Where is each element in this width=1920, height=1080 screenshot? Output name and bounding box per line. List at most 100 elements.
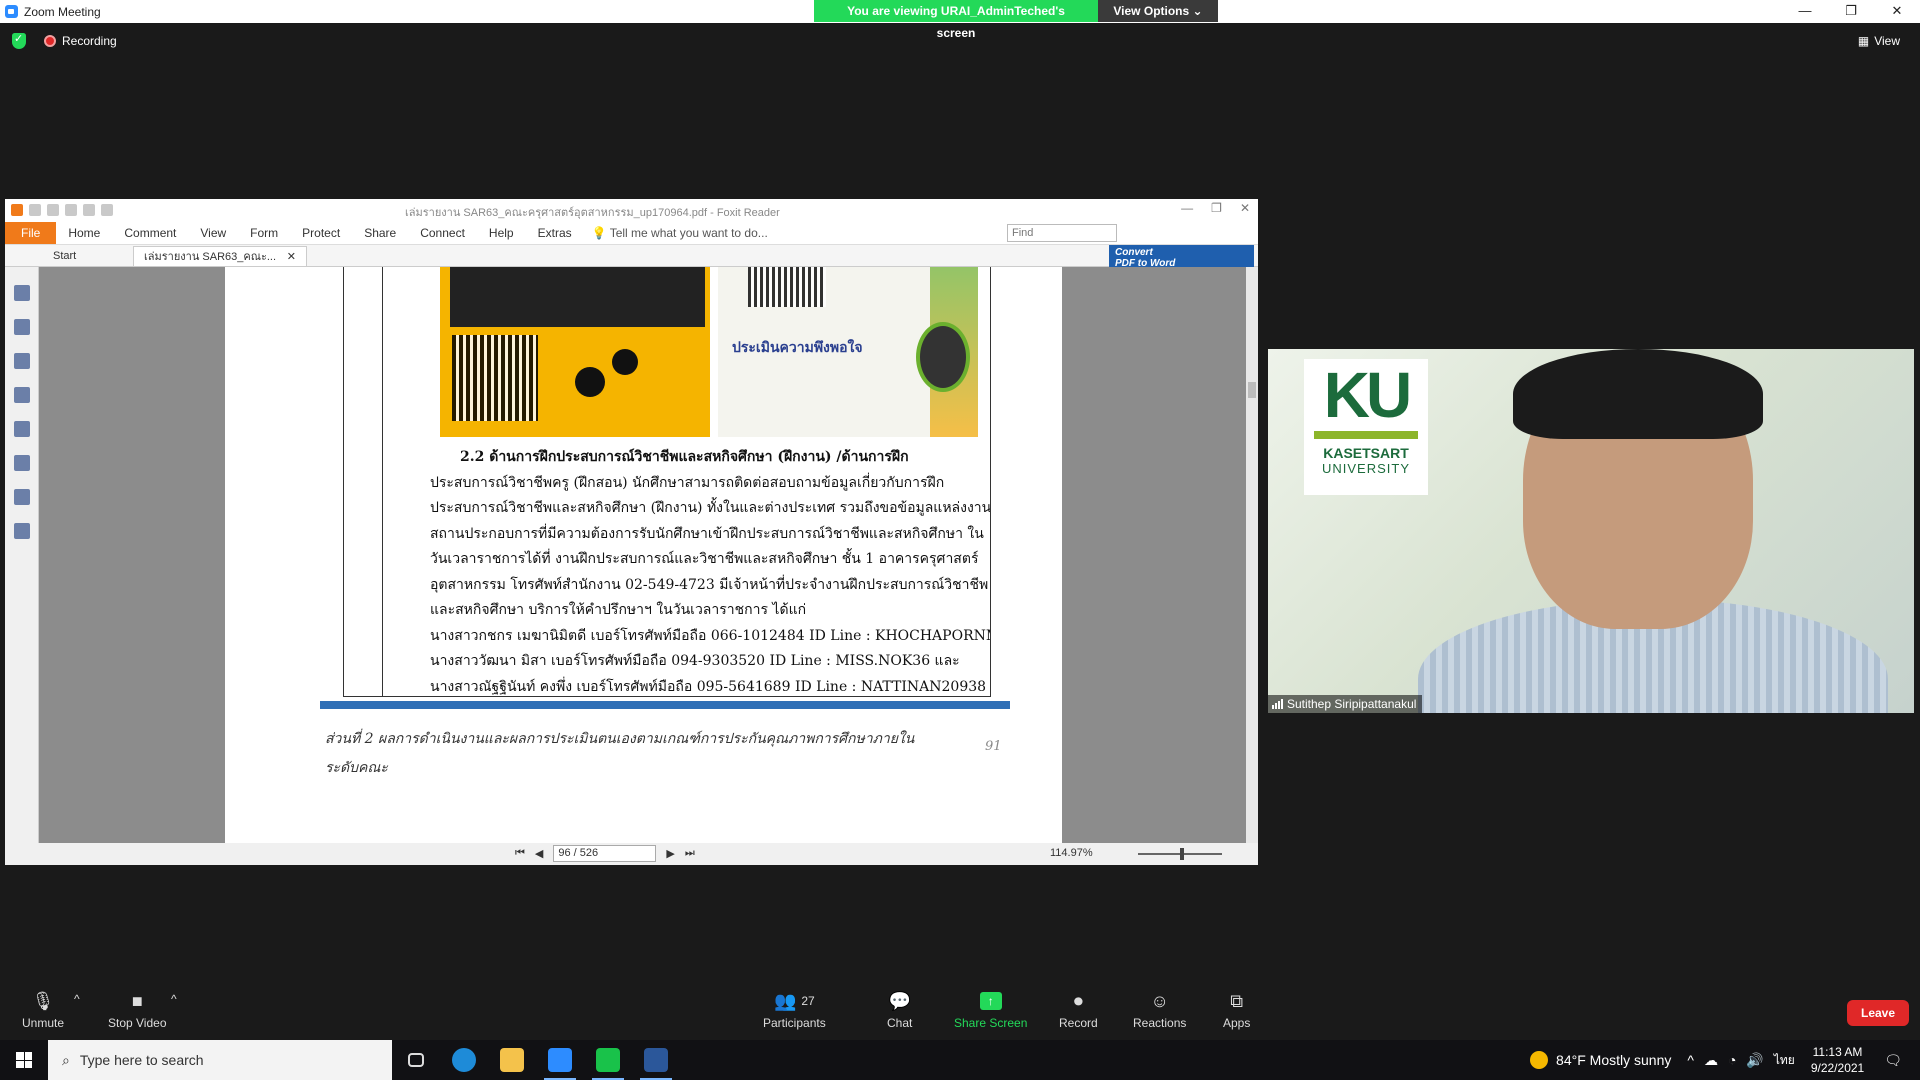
grid-icon: ▦ <box>1857 34 1870 48</box>
open-icon[interactable] <box>29 204 41 216</box>
foxit-status-bar: ⏮ ◀ 96 / 526 ▶ ⏭ 114.97% <box>5 843 1258 865</box>
comments-icon[interactable] <box>13 387 30 403</box>
attachments-icon[interactable] <box>13 421 30 437</box>
participant-video[interactable]: KU KASETSART UNIVERSITY Sutithep Siripip… <box>1268 349 1914 713</box>
menu-file[interactable]: File <box>5 221 57 244</box>
zoom-taskbar-icon[interactable] <box>536 1040 584 1080</box>
onedrive-icon[interactable]: ☁ <box>1704 1052 1718 1069</box>
notifications-icon[interactable]: 🗨 <box>1884 1052 1902 1069</box>
apps-button[interactable]: ⧉ Apps <box>1223 991 1250 1031</box>
pages-icon[interactable] <box>13 319 30 335</box>
menu-protect[interactable]: Protect <box>290 226 352 240</box>
leave-button[interactable]: Leave <box>1847 1000 1909 1026</box>
foxit-restore-button[interactable]: ❐ <box>1211 201 1222 215</box>
volume-icon[interactable]: 🔊 <box>1746 1052 1763 1069</box>
encryption-shield-icon[interactable] <box>12 32 26 49</box>
menu-home[interactable]: Home <box>56 226 112 240</box>
qr-code-left <box>452 335 538 421</box>
print-icon[interactable] <box>65 204 77 216</box>
task-view-icon[interactable] <box>392 1040 440 1080</box>
edge-browser-icon[interactable] <box>440 1040 488 1080</box>
view-button[interactable]: ▦ View <box>1858 34 1900 48</box>
security-lock-icon[interactable] <box>13 489 30 505</box>
tab-document[interactable]: เล่มรายงาน SAR63_คณะ... ✕ <box>133 246 307 266</box>
find-input[interactable]: Find <box>1007 224 1117 242</box>
tray-overflow-icon[interactable]: ^ <box>1687 1052 1694 1068</box>
signature-icon[interactable] <box>13 455 30 471</box>
decor-dot <box>575 367 605 397</box>
menu-help[interactable]: Help <box>477 226 526 240</box>
decor-dot <box>612 349 638 375</box>
microphone-muted-icon: 🎙 <box>31 990 55 1011</box>
next-page-icon[interactable]: ▶ <box>666 847 674 860</box>
clock-date: 9/22/2021 <box>1810 1061 1865 1075</box>
last-page-icon[interactable]: ⏭ <box>685 847 695 860</box>
zoom-level[interactable]: 114.97% <box>1050 847 1093 859</box>
tell-me-search[interactable]: 💡 Tell me what you want to do... <box>592 226 768 240</box>
close-button[interactable]: ✕ <box>1874 0 1920 23</box>
menu-connect[interactable]: Connect <box>408 226 477 240</box>
video-options-caret-icon[interactable]: ^ <box>171 992 177 1006</box>
menu-view[interactable]: View <box>188 226 238 240</box>
file-explorer-icon[interactable] <box>488 1040 536 1080</box>
page-number-input[interactable]: 96 / 526 <box>553 845 657 862</box>
edit-icon[interactable] <box>13 523 30 539</box>
zoom-slider[interactable] <box>1138 848 1222 860</box>
vertical-scrollbar[interactable] <box>1246 267 1258 843</box>
navigation-panel <box>5 267 39 843</box>
audio-options-caret-icon[interactable]: ^ <box>74 992 80 1006</box>
redo-icon[interactable] <box>101 204 113 216</box>
reactions-icon: ☺ <box>1150 990 1169 1011</box>
chat-button[interactable]: 💬 Chat <box>887 990 912 1031</box>
zoom-window-controls: — ❐ ✕ <box>1782 0 1920 23</box>
document-body-text: 2.2 ด้านการฝึกประสบการณ์วิชาชีพและสหกิจศ… <box>430 445 990 700</box>
word-app-icon[interactable] <box>632 1040 680 1080</box>
layers-icon[interactable] <box>13 353 30 369</box>
meeting-status-row: Recording <box>12 32 117 49</box>
minimize-button[interactable]: — <box>1782 0 1828 23</box>
foxit-minimize-button[interactable]: — <box>1181 201 1193 215</box>
menu-extras[interactable]: Extras <box>526 226 584 240</box>
reactions-button[interactable]: ☺ Reactions <box>1133 990 1186 1031</box>
participants-button[interactable]: 👥 27 Participants <box>763 991 826 1031</box>
document-tabs: Start เล่มรายงาน SAR63_คณะ... ✕ Convert … <box>5 245 1258 271</box>
foxit-close-button[interactable]: ✕ <box>1240 201 1250 215</box>
poster-image-right: ประเมินความพึงพอใจ <box>718 267 978 437</box>
network-icon[interactable]: ◔ <box>1728 1052 1736 1068</box>
share-screen-button[interactable]: ↑ Share Screen <box>954 992 1027 1030</box>
maximize-button[interactable]: ❐ <box>1828 0 1874 23</box>
menu-share[interactable]: Share <box>352 226 408 240</box>
chat-icon: 💬 <box>888 990 911 1011</box>
pdf-page: ประเมินความพึงพอใจ 2.2 ด้านการฝึกประสบกา… <box>225 267 1062 843</box>
menu-comment[interactable]: Comment <box>112 226 188 240</box>
line-app-icon[interactable] <box>584 1040 632 1080</box>
footer-line: ระดับคณะ <box>325 760 388 776</box>
tab-close-icon[interactable]: ✕ <box>287 247 296 266</box>
participants-count: 27 <box>801 994 815 1008</box>
start-button[interactable] <box>0 1040 48 1080</box>
save-icon[interactable] <box>47 204 59 216</box>
scrollbar-thumb[interactable] <box>1248 382 1256 398</box>
recording-label[interactable]: Recording <box>62 34 117 48</box>
view-options-button[interactable]: View Options ⌄ <box>1098 0 1218 22</box>
unmute-button[interactable]: 🎙 Unmute <box>22 990 64 1031</box>
text-line: 2.2 ด้านการฝึกประสบการณ์วิชาชีพและสหกิจศ… <box>460 449 909 465</box>
menu-form[interactable]: Form <box>238 226 290 240</box>
record-button[interactable]: ⏺ Record <box>1059 991 1098 1031</box>
stop-video-button[interactable]: ■ Stop Video <box>108 991 167 1031</box>
prev-page-icon[interactable]: ◀ <box>535 847 543 860</box>
weather-text[interactable]: 84°F Mostly sunny <box>1556 1052 1671 1068</box>
taskbar-clock[interactable]: 11:13 AM 9/22/2021 <box>1811 1044 1864 1076</box>
tab-start[interactable]: Start <box>5 246 133 266</box>
recording-dot-icon <box>44 35 56 47</box>
foxit-window-title: เล่มรายงาน SAR63_คณะครุศาสตร์อุตสาหกรรม_… <box>405 207 780 219</box>
page-footer: ส่วนที่ 2 ผลการดำเนินงานและผลการประเมินต… <box>325 725 925 783</box>
share-banner: You are viewing URAI_AdminTeched's scree… <box>814 0 1218 40</box>
bookmark-icon[interactable] <box>13 285 30 301</box>
first-page-icon[interactable]: ⏮ <box>515 847 525 860</box>
input-language[interactable]: ไทย <box>1774 1051 1795 1070</box>
taskbar-search-input[interactable]: ⌕ Type here to search <box>48 1040 392 1080</box>
undo-icon[interactable] <box>83 204 95 216</box>
document-viewport: ประเมินความพึงพอใจ 2.2 ด้านการฝึกประสบกา… <box>5 267 1258 843</box>
weather-icon[interactable] <box>1530 1051 1549 1069</box>
